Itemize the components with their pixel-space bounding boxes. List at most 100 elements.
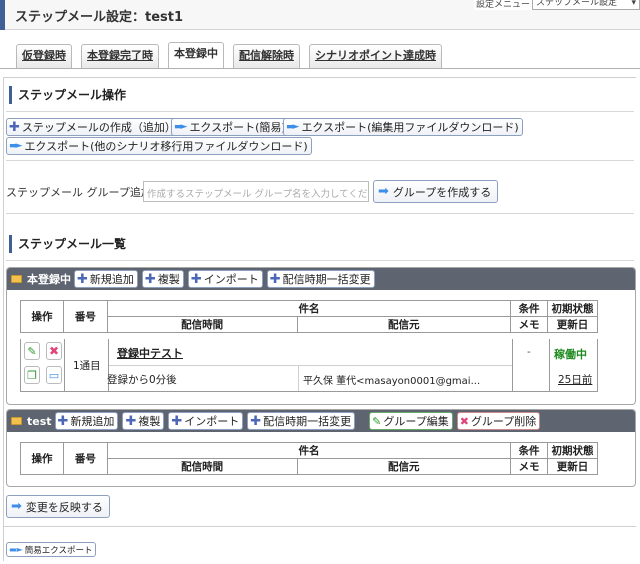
- step-table: 操作 番号 件名 条件 初期状態 配信時間 配信元 メモ 更新日: [20, 442, 598, 475]
- copy-button[interactable]: ✚ 複製: [122, 412, 165, 430]
- col-sender: 配信元: [296, 316, 512, 333]
- bulk-schedule-label: 配信時期一括変更: [282, 273, 371, 286]
- cell-divider: [549, 339, 550, 391]
- row-subdivider: [109, 365, 513, 366]
- tab-provisional[interactable]: 仮登録時: [16, 44, 72, 68]
- bulk-schedule-label: 配信時期一括変更: [263, 415, 352, 428]
- tab-registration-complete[interactable]: 本登録完了時: [81, 44, 159, 68]
- bulk-schedule-button[interactable]: ✚ 配信時期一括変更: [266, 270, 375, 288]
- col-memo: メモ: [510, 316, 549, 333]
- simple-export-label: 簡易エクスポート: [24, 545, 93, 556]
- folder-icon: [11, 275, 22, 283]
- list-title: ステップメール一覧: [9, 235, 126, 253]
- apply-changes-label: 変更を反映する: [25, 500, 103, 514]
- pencil-icon: ✎: [372, 414, 382, 428]
- page-header: ステップメール設定：test1 設定メニュー ステップメール設定 ▾: [0, 0, 640, 30]
- tab-registered[interactable]: 本登録中: [168, 42, 224, 68]
- status-badge: 稼働中: [554, 348, 587, 361]
- add-new-button[interactable]: ✚ 新規追加: [74, 270, 138, 288]
- col-condition: 条件: [510, 300, 549, 317]
- arrow-right-icon: ➡: [11, 499, 22, 514]
- plus-icon: ✚: [171, 413, 183, 429]
- setting-menu-value: ステップメール設定: [536, 0, 618, 8]
- folder-icon: [11, 417, 22, 425]
- updated-value: 25日前: [558, 374, 593, 386]
- import-button[interactable]: ✚ インポート: [187, 270, 263, 288]
- export-edit-label: エクスポート(編集用ファイルダウンロード): [301, 121, 519, 134]
- edit-group-button[interactable]: ✎ グループ編集: [369, 412, 453, 430]
- condition-value: -: [527, 346, 531, 358]
- plus-icon: ✚: [77, 271, 88, 287]
- scenario-tabs: 仮登録時 本登録完了時 本登録中 配信解除時 シナリオポイント達成時: [16, 42, 451, 68]
- col-initial-state: 初期状態: [547, 300, 598, 317]
- col-subject: 件名: [106, 442, 512, 459]
- simple-export-button[interactable]: ▬► 簡易エクスポート: [6, 542, 97, 557]
- tab-scenario-point[interactable]: シナリオポイント達成時: [309, 44, 442, 68]
- col-number: 番号: [62, 300, 108, 333]
- pencil-icon: ✎: [27, 344, 37, 358]
- cell-divider: [512, 339, 513, 391]
- duplicate-button[interactable]: ❐: [24, 366, 40, 384]
- export-other-scenario-button[interactable]: ▬► エクスポート(他のシナリオ移行用ファイルダウンロード): [6, 137, 312, 155]
- plus-icon: ✚: [190, 271, 202, 287]
- tab-divider: [0, 68, 640, 69]
- group-box-test: test ✚ 新規追加 ✚ 複製 ✚ インポート ✚ 配信時期一括変更 ✎ グル…: [6, 409, 636, 487]
- export-other-scenario-label: エクスポート(他のシナリオ移行用ファイルダウンロード): [24, 140, 308, 153]
- add-new-button[interactable]: ✚ 新規追加: [54, 412, 119, 430]
- plus-icon: ✚: [9, 119, 20, 135]
- group-name: test: [27, 414, 52, 428]
- export-simple-button[interactable]: ▬► エクスポート(簡易): [171, 118, 290, 136]
- bulk-schedule-button[interactable]: ✚ 配信時期一括変更: [247, 412, 356, 430]
- close-icon: ✖: [459, 414, 469, 428]
- add-new-label: 新規追加: [89, 273, 134, 286]
- table-row: ✎ ✖ ❐ ▭ 1通目 登録中テスト 登録から0分後 平久保 董代<masayo…: [20, 339, 598, 392]
- col-send-time: 配信時間: [106, 316, 298, 333]
- edit-button[interactable]: ✎: [24, 342, 40, 360]
- delete-group-label: グループ削除: [470, 415, 537, 428]
- setting-menu-label: 設定メニュー: [473, 0, 532, 10]
- subject-link[interactable]: 登録中テスト: [117, 345, 183, 361]
- cell-divider: [64, 339, 65, 391]
- col-number: 番号: [62, 442, 108, 475]
- arrow-right-icon: ▬►: [174, 121, 188, 132]
- copy-button[interactable]: ✚ 複製: [141, 270, 184, 288]
- arrow-right-icon: ▬►: [9, 544, 23, 554]
- close-icon: ✖: [48, 344, 60, 358]
- edit-group-label: グループ編集: [383, 415, 449, 428]
- group-name-input[interactable]: 作成するステップメール グループ名を入力してくだ: [143, 181, 369, 202]
- copy-icon: ❐: [27, 368, 37, 382]
- col-sender: 配信元: [296, 458, 512, 475]
- group-name: 本登録中: [27, 273, 71, 286]
- setting-menu-select[interactable]: ステップメール設定 ▾: [532, 0, 640, 10]
- tab-unsubscribe[interactable]: 配信解除時: [233, 44, 300, 68]
- monitor-icon: ▭: [48, 368, 60, 382]
- col-updated: 更新日: [547, 316, 598, 333]
- operations-title: ステップメール操作: [9, 86, 126, 104]
- list-rule: [6, 260, 634, 261]
- create-step-mail-button[interactable]: ✚ ステップメールの作成（追加）: [6, 118, 180, 136]
- group-add-label: ステップメール グループ追加: [6, 186, 152, 199]
- col-send-time: 配信時間: [106, 458, 298, 475]
- sender: 平久保 董代<masayon0001@gmai...: [303, 376, 481, 387]
- col-updated: 更新日: [547, 458, 598, 475]
- copy-label: 複製: [157, 273, 180, 286]
- export-edit-button[interactable]: ▬► エクスポート(編集用ファイルダウンロード): [283, 118, 523, 136]
- plus-icon: ✚: [144, 271, 156, 287]
- col-ops: 操作: [20, 300, 64, 333]
- create-group-button[interactable]: ➡ グループを作成する: [373, 180, 499, 203]
- operations-rule: [6, 111, 634, 112]
- delete-group-button[interactable]: ✖ グループ削除: [456, 412, 541, 430]
- row-number: 1通目: [73, 360, 101, 372]
- preview-button[interactable]: ▭: [46, 366, 62, 384]
- col-initial-state: 初期状態: [547, 442, 598, 459]
- header-accent: [0, 0, 5, 30]
- apply-changes-button[interactable]: ➡ 変更を反映する: [6, 495, 110, 518]
- plus-icon: ✚: [269, 271, 281, 287]
- plus-icon: ✚: [125, 413, 137, 429]
- plus-icon: ✚: [250, 413, 262, 429]
- delete-button[interactable]: ✖: [46, 342, 62, 360]
- step-table: 操作 番号 件名 条件 初期状態 配信時間 配信元 メモ 更新日: [20, 300, 598, 333]
- footer-rule: [3, 526, 636, 527]
- col-ops: 操作: [20, 442, 64, 475]
- import-button[interactable]: ✚ インポート: [168, 412, 244, 430]
